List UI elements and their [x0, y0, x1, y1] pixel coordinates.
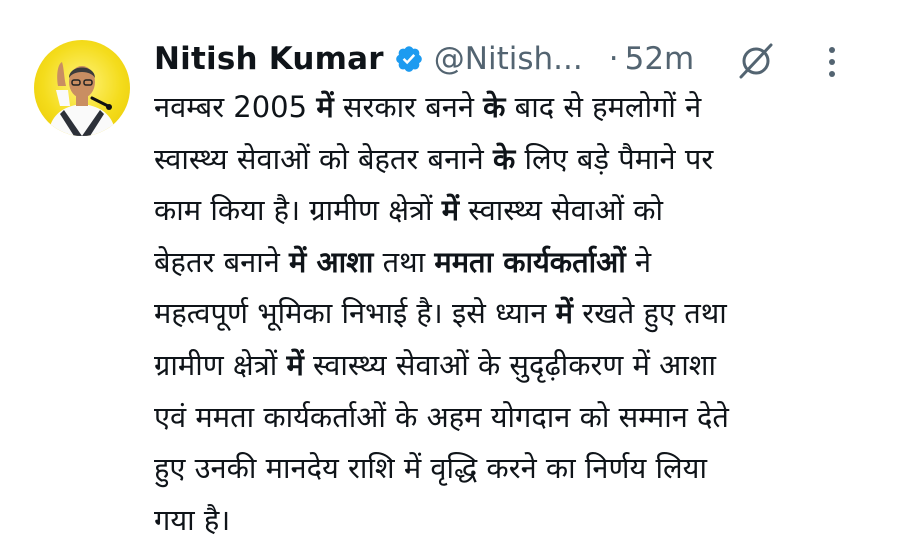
- profile-photo-icon: [48, 62, 116, 136]
- tweet-line: हुए उनकी मानदेय राशि में वृद्धि करने का …: [154, 443, 874, 495]
- tweet-text-segment: बाद से हमलोगों ने: [505, 90, 702, 124]
- tweet-text-bold-segment: के: [493, 141, 516, 176]
- separator-dot: ·: [608, 41, 619, 77]
- tweet-line: एवं ममता कार्यकर्ताओं के अहम योगदान को स…: [154, 392, 874, 444]
- author-name[interactable]: Nitish Kumar: [154, 41, 384, 77]
- tweet-text-segment: लिए बड़े पैमाने पर: [515, 141, 714, 176]
- avatar[interactable]: [34, 40, 130, 136]
- grok-icon[interactable]: [735, 40, 777, 82]
- author-handle[interactable]: @Nitish...: [434, 41, 583, 77]
- tweet-header: Nitish Kumar @Nitish... · 52m: [154, 36, 694, 82]
- tweet-line: काम किया है। ग्रामीण क्षेत्रों में स्वास…: [154, 185, 874, 237]
- tweet-text-bold-segment: के: [483, 90, 506, 124]
- tweet-text-segment: स्वास्थ्य सेवाओं को: [459, 193, 664, 228]
- timestamp[interactable]: 52m: [625, 41, 695, 77]
- tweet-text-segment: ग्रामीण क्षेत्रों: [154, 347, 287, 382]
- tweet-text-bold-segment: में आशा: [289, 244, 374, 279]
- tweet-text-segment: रखते हुए तथा: [572, 296, 727, 331]
- tweet-line: ग्रामीण क्षेत्रों में स्वास्थ्य सेवाओं क…: [154, 340, 874, 392]
- tweet-text-bold-segment: ममता कार्यकर्ताओं: [434, 244, 626, 279]
- tweet-text-bold-segment: में: [286, 347, 304, 382]
- tweet-line: बेहतर बनाने में आशा तथा ममता कार्यकर्ताओ…: [154, 237, 874, 289]
- tweet-text-segment: ने: [625, 244, 652, 279]
- tweet-text-segment: तथा: [373, 244, 435, 279]
- tweet-text-segment: हुए उनकी मानदेय राशि में वृद्धि करने का …: [154, 451, 707, 486]
- tweet-line: गया है।: [154, 495, 874, 546]
- tweet-text-segment: एवं ममता कार्यकर्ताओं के अहम योगदान को स…: [154, 399, 729, 434]
- tweet-text-segment: नवम्बर 2005: [154, 90, 317, 124]
- tweet-text-segment: स्वास्थ्य सेवाओं के सुदृढ़ीकरण में आशा: [303, 347, 717, 382]
- tweet-text-segment: महत्वपूर्ण भूमिका निभाई है। इसे ध्यान: [154, 296, 556, 331]
- tweet-text-segment: स्वास्थ्य सेवाओं को बेहतर बनाने: [154, 141, 493, 176]
- tweet-text-bold-segment: में: [316, 90, 334, 124]
- tweet-text-bold-segment: में: [555, 296, 573, 331]
- tweet-text: नवम्बर 2005 में सरकार बनने के बाद से हमल…: [154, 82, 874, 546]
- tweet-line: स्वास्थ्य सेवाओं को बेहतर बनाने के लिए ब…: [154, 134, 874, 186]
- tweet-line: नवम्बर 2005 में सरकार बनने के बाद से हमल…: [154, 82, 874, 134]
- tweet-text-segment: बेहतर बनाने: [154, 244, 290, 279]
- verified-badge-icon: [394, 44, 424, 74]
- tweet-text-segment: सरकार बनने: [333, 90, 484, 124]
- tweet-text-bold-segment: में: [441, 193, 460, 228]
- more-vertical-icon[interactable]: [822, 42, 842, 82]
- tweet-text-segment: काम किया है। ग्रामीण क्षेत्रों: [154, 193, 442, 228]
- tweet-line: महत्वपूर्ण भूमिका निभाई है। इसे ध्यान मे…: [154, 288, 874, 340]
